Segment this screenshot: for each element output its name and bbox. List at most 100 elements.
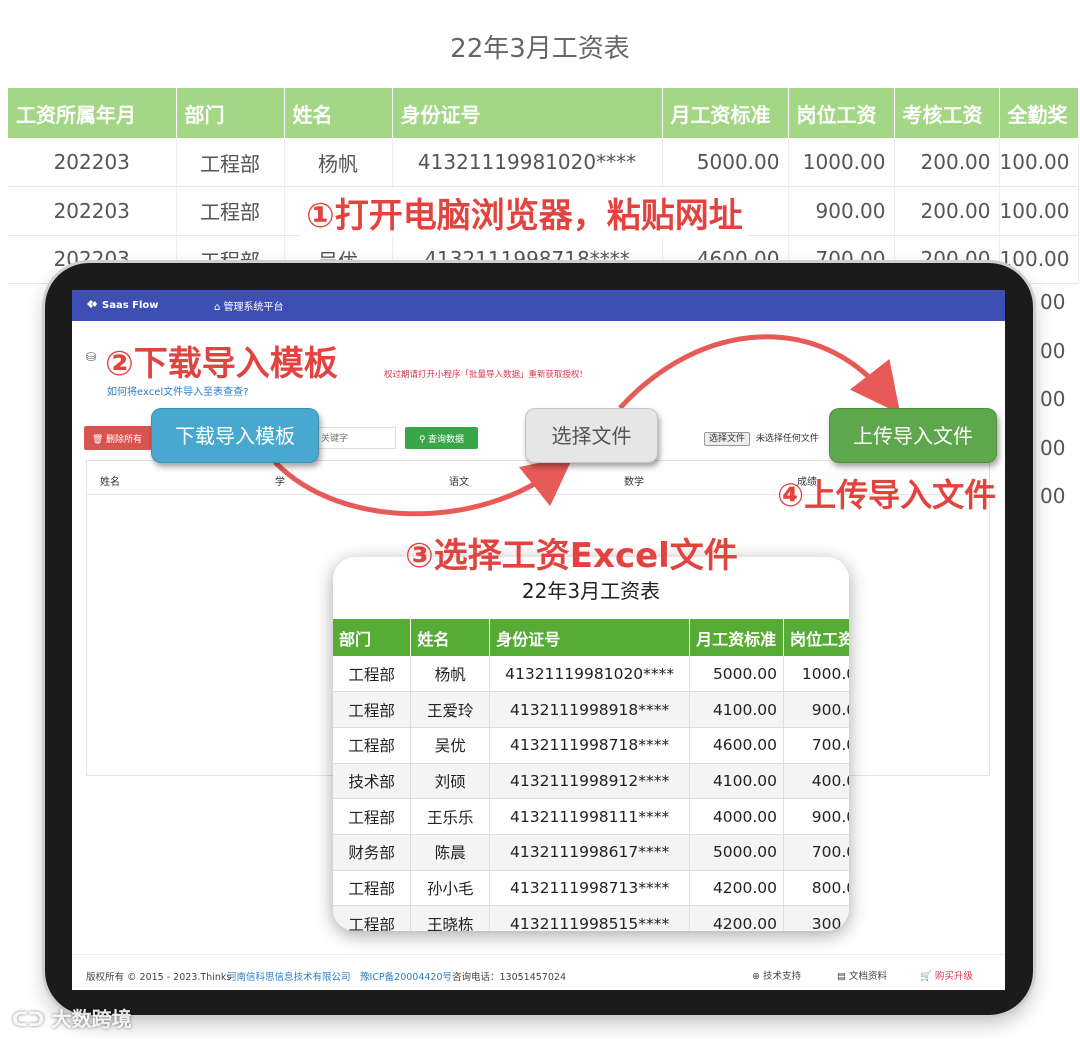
watermark-text: 大数跨境: [51, 1007, 132, 1031]
footer-support-link[interactable]: ⊕ 技术支持: [752, 968, 801, 982]
sheet-header-cell: 部门: [176, 88, 285, 138]
excel-preview-card: 22年3月工资表 部门 姓名 身份证号 月工资标准 岗位工资 工程部 杨帆 4132…: [333, 557, 849, 931]
document-icon: ▤: [837, 971, 846, 982]
support-icon: ⊕: [752, 971, 760, 982]
excel-row: 财务部陈晨4132111998617****5000.00700.00: [333, 834, 849, 871]
excel-cell: 工程部: [333, 870, 412, 907]
excel-row: 技术部刘硕4132111998912****4100.00400.00: [333, 763, 849, 800]
search-icon: ⚲: [418, 433, 426, 444]
excel-row: 工程部杨帆41321119981020****5000.001000.00: [333, 656, 849, 693]
sheet-cell: 202203: [8, 138, 177, 187]
sheet-peek-cell: 00: [1040, 290, 1066, 314]
column-header: 数学: [624, 477, 644, 488]
nav-home-link[interactable]: ⌂ 管理系统平台: [214, 298, 284, 313]
upload-file-button[interactable]: 上传导入文件: [829, 408, 997, 463]
footer-icp-link[interactable]: 豫ICP备20004420号: [360, 969, 452, 983]
excel-cell: 5000.00: [689, 656, 785, 693]
excel-cell: 吴优: [410, 727, 491, 764]
excel-cell: 800.00: [783, 870, 849, 907]
excel-row: 工程部王爱玲4132111998918****4100.00900.00: [333, 691, 849, 728]
excel-cell: 技术部: [333, 763, 412, 800]
sheet-header-cell: 月工资标准: [662, 88, 789, 138]
excel-cell: 4600.00: [689, 727, 785, 764]
excel-header-cell: 姓名: [410, 619, 491, 656]
column-header: 学: [275, 477, 285, 488]
nav-home-label: 管理系统平台: [223, 302, 284, 313]
sheet-cell: 41321119981020****: [392, 138, 663, 187]
excel-cell: 工程部: [333, 691, 412, 728]
sheet-cell: 100.00: [999, 138, 1079, 187]
step-2-label: ②下载导入模板: [105, 344, 338, 384]
excel-help-link[interactable]: 如何将excel文件导入至表查查?: [107, 383, 248, 398]
delete-all-label: 删除所有: [105, 433, 142, 444]
salary-sheet: 工资所属年月 部门 姓名 身份证号 月工资标准 岗位工资 考核工资 全勤奖 20…: [8, 88, 1079, 284]
sheet-cell: 200.00: [894, 138, 1000, 187]
excel-cell: 孙小毛: [410, 870, 491, 907]
file-picker[interactable]: 选择文件 未选择任何文件: [704, 431, 819, 446]
app-footer: 版权所有 © 2015 - 2023.Thinks 河南信科思信息技术有限公司 …: [72, 954, 1005, 990]
excel-cell: 财务部: [333, 834, 412, 871]
excel-cell: 700.00: [783, 834, 849, 871]
excel-header-cell: 岗位工资: [783, 619, 849, 656]
excel-cell: 4000.00: [689, 798, 785, 835]
excel-cell: 工程部: [333, 905, 412, 931]
excel-cell: 4132111998713****: [489, 870, 691, 907]
sheet-header-row: 工资所属年月 部门 姓名 身份证号 月工资标准 岗位工资 考核工资 全勤奖: [8, 88, 1079, 138]
excel-cell: 杨帆: [410, 656, 491, 693]
excel-row: 工程部王晓栋4132111998515****4200.00300.00: [333, 905, 849, 931]
sheet-peek-cell: 00: [1040, 387, 1066, 411]
excel-cell: 工程部: [333, 656, 412, 693]
database-icon: ⛁: [86, 350, 97, 364]
home-icon: ⌂: [214, 302, 221, 313]
sheet-title: 22年3月工资表: [450, 34, 630, 64]
excel-cell: 王晓栋: [410, 905, 491, 931]
excel-header-row: 部门 姓名 身份证号 月工资标准 岗位工资: [333, 619, 849, 656]
excel-cell: 工程部: [333, 727, 412, 764]
footer-docs-link[interactable]: ▤ 文档资料: [837, 968, 887, 982]
sheet-header-cell: 岗位工资: [788, 88, 895, 138]
excel-cell: 4132111998617****: [489, 834, 691, 871]
choose-file-button[interactable]: 选择文件: [525, 408, 658, 463]
excel-cell: 工程部: [333, 798, 412, 835]
sheet-cell: 900.00: [788, 186, 895, 236]
excel-cell: 4132111998718****: [489, 727, 691, 764]
excel-preview-table: 部门 姓名 身份证号 月工资标准 岗位工资 工程部 杨帆 4132111998102…: [333, 619, 849, 931]
footer-copyright: 版权所有 © 2015 - 2023.Thinks: [86, 972, 232, 983]
trash-icon: 🗑: [92, 433, 104, 444]
footer-buy-label: 购买升级: [934, 971, 973, 982]
excel-preview-title: 22年3月工资表: [521, 579, 661, 603]
footer-buy-link[interactable]: 🛒 购买升级: [920, 968, 973, 982]
watermark: ᑕᑐ 大数跨境: [12, 1003, 132, 1032]
sheet-header-cell: 身份证号: [392, 88, 663, 138]
excel-header-cell: 月工资标准: [689, 619, 785, 656]
excel-cell: 1000.00: [783, 656, 849, 693]
excel-cell: 刘硕: [410, 763, 491, 800]
excel-cell: 4132111998111****: [489, 798, 691, 835]
excel-row: 工程部吴优4132111998718****4600.00700.00: [333, 727, 849, 764]
excel-cell: 300.00: [783, 905, 849, 931]
step-4-label: ④上传导入文件: [777, 476, 997, 514]
sheet-cell: 工程部: [176, 186, 285, 236]
download-template-button[interactable]: 下载导入模板: [151, 408, 319, 463]
sheet-cell: 杨帆: [284, 138, 393, 187]
sheet-row: 202203 工程部 杨帆 41321119981020**** 5000.00 1000…: [8, 138, 1079, 187]
file-picker-button[interactable]: 选择文件: [704, 432, 751, 446]
excel-cell: 5000.00: [689, 834, 785, 871]
query-label: 查询数据: [428, 433, 465, 444]
excel-cell: 900.00: [783, 798, 849, 835]
excel-cell: 4200.00: [689, 870, 785, 907]
excel-row: 工程部王乐乐4132111998111****4000.00900.00: [333, 798, 849, 835]
footer-phone: 咨询电话：13051457024: [452, 972, 566, 983]
excel-cell: 4132111998912****: [489, 763, 691, 800]
sheet-peek-cell: 00: [1040, 435, 1066, 460]
query-button[interactable]: ⚲ 查询数据: [405, 427, 478, 449]
sheet-cell: 200.00: [894, 186, 1000, 236]
excel-cell: 4200.00: [689, 905, 785, 931]
auth-notice: 权过期请打开小程序「批量导入数据」重新获取授权!: [384, 370, 583, 380]
footer-company-link[interactable]: 河南信科思信息技术有限公司: [227, 969, 351, 983]
brand-name: Saas Flow: [102, 300, 159, 311]
brand[interactable]: Saas Flow: [86, 299, 159, 311]
excel-row: 工程部孙小毛4132111998713****4200.00800.00: [333, 870, 849, 907]
footer-support-label: 技术支持: [763, 971, 802, 982]
top-navbar: Saas Flow ⌂ 管理系统平台: [72, 290, 1005, 321]
